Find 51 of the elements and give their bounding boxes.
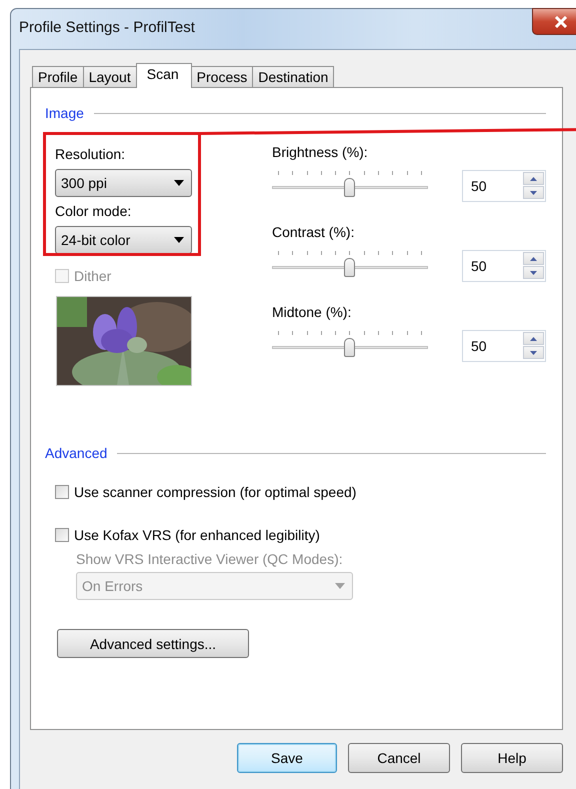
field-label: Resolution: <box>55 146 126 162</box>
field-label: Color mode: <box>55 203 132 219</box>
down-arrow-icon <box>530 350 537 354</box>
spin-box[interactable]: 50 <box>462 170 546 202</box>
checkbox[interactable] <box>55 485 69 499</box>
field-label: Show VRS Interactive Viewer (QC Modes): <box>76 551 343 567</box>
tab[interactable]: Destination <box>252 66 334 87</box>
spin-box[interactable]: 50 <box>462 250 546 282</box>
checkbox-label: Use scanner compression (for optimal speed) <box>74 484 356 500</box>
dialog-button[interactable]: Save <box>237 743 337 773</box>
slider-thumb[interactable] <box>344 338 355 357</box>
slider[interactable] <box>272 169 428 199</box>
checkbox-label: Dither <box>74 268 112 284</box>
caret-icon <box>335 583 345 589</box>
checkbox-label: Use Kofax VRS (for enhanced legibility) <box>74 527 320 543</box>
up-arrow-icon <box>530 256 537 260</box>
spin-up-button[interactable] <box>523 172 544 185</box>
slider[interactable] <box>272 249 428 279</box>
resolution-dropdown[interactable]: 300 ppi <box>55 169 192 197</box>
slider-label: Brightness (%): <box>272 144 368 160</box>
slider[interactable] <box>272 329 428 359</box>
dialog-button[interactable]: Help <box>461 743 563 773</box>
slider-thumb[interactable] <box>344 178 355 197</box>
tab[interactable]: Profile <box>32 66 84 87</box>
up-arrow-icon <box>530 336 537 340</box>
caret-icon <box>174 180 184 186</box>
spin-down-button[interactable] <box>523 346 544 359</box>
spin-down-button[interactable] <box>523 186 544 199</box>
close-icon <box>553 16 569 28</box>
section-heading: Image <box>45 105 84 121</box>
color-mode-dropdown[interactable]: 24-bit color <box>55 226 192 254</box>
advanced-settings-button[interactable]: Advanced settings... <box>57 629 249 658</box>
spin-up-button[interactable] <box>523 332 544 345</box>
tab[interactable]: Scan <box>136 63 192 88</box>
spin-box[interactable]: 50 <box>462 330 546 362</box>
close-button[interactable] <box>532 8 576 35</box>
section-heading: Advanced <box>45 445 108 461</box>
tab[interactable]: Layout <box>82 66 137 87</box>
dialog-button[interactable]: Cancel <box>348 743 450 773</box>
checkbox[interactable] <box>55 528 69 542</box>
up-arrow-icon <box>530 176 537 180</box>
window-title: Profile Settings - ProfilTest <box>19 19 195 36</box>
down-arrow-icon <box>530 270 537 274</box>
spin-down-button[interactable] <box>523 266 544 279</box>
spin-up-button[interactable] <box>523 252 544 265</box>
caret-icon <box>174 237 184 243</box>
down-arrow-icon <box>530 190 537 194</box>
tab[interactable]: Process <box>190 66 254 87</box>
slider-thumb[interactable] <box>344 258 355 277</box>
slider-label: Midtone (%): <box>272 304 352 320</box>
slider-label: Contrast (%): <box>272 224 354 240</box>
